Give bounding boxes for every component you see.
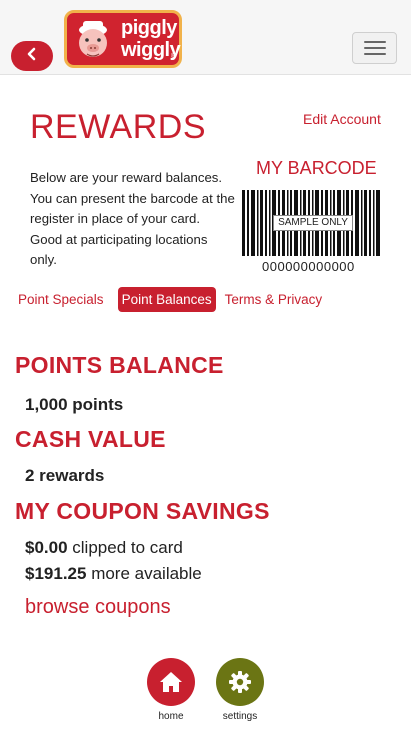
menu-button[interactable] xyxy=(352,32,397,64)
back-button[interactable] xyxy=(11,41,53,71)
barcode-title: MY BARCODE xyxy=(256,158,377,178)
pig-mascot-icon xyxy=(79,21,107,57)
clipped-amount: $0.00 xyxy=(25,538,68,557)
tab-point-balances[interactable]: Point Balances xyxy=(117,287,216,312)
app-header: piggly wiggly ® xyxy=(0,0,411,75)
rewards-description: Below are your reward balances. You can … xyxy=(30,170,235,267)
logo-text-line1: piggly xyxy=(121,17,177,39)
registered-mark: ® xyxy=(170,53,176,60)
browse-coupons-link[interactable]: browse coupons xyxy=(25,596,171,619)
cash-value-amount: 2 rewards xyxy=(25,466,105,485)
coupon-savings-title: MY COUPON SAVINGS xyxy=(15,498,270,524)
available-savings: $191.25 more available xyxy=(25,564,202,584)
barcode-number: 000000000000 xyxy=(262,259,355,274)
tab-terms-privacy[interactable]: Terms & Privacy xyxy=(221,287,327,312)
home-button[interactable] xyxy=(147,658,195,706)
cash-value-title: CASH VALUE xyxy=(15,426,166,452)
available-text: more available xyxy=(91,564,202,583)
clipped-savings: $0.00 clipped to card xyxy=(25,538,183,558)
clipped-text: clipped to card xyxy=(72,538,183,557)
barcode-sample-label: SAMPLE ONLY xyxy=(273,215,353,231)
home-icon xyxy=(160,672,182,692)
edit-account-link[interactable]: Edit Account xyxy=(303,111,381,127)
chevron-left-icon xyxy=(25,47,39,66)
home-label: home xyxy=(158,711,184,722)
piggly-wiggly-logo[interactable]: piggly wiggly ® xyxy=(64,10,182,68)
points-balance-value: 1,000 points xyxy=(25,395,124,414)
available-amount: $191.25 xyxy=(25,564,87,583)
gear-icon xyxy=(229,671,251,693)
hamburger-icon xyxy=(363,41,386,43)
nav-settings[interactable]: settings xyxy=(210,658,270,722)
nav-home[interactable]: home xyxy=(141,658,201,722)
settings-label: settings xyxy=(222,711,258,722)
points-balance-title: POINTS BALANCE xyxy=(15,352,224,378)
settings-button[interactable] xyxy=(216,658,264,706)
rewards-tabs: Point Specials Point Balances Terms & Pr… xyxy=(18,287,326,312)
tab-point-specials[interactable]: Point Specials xyxy=(18,287,108,312)
page-title: REWARDS xyxy=(30,108,207,146)
